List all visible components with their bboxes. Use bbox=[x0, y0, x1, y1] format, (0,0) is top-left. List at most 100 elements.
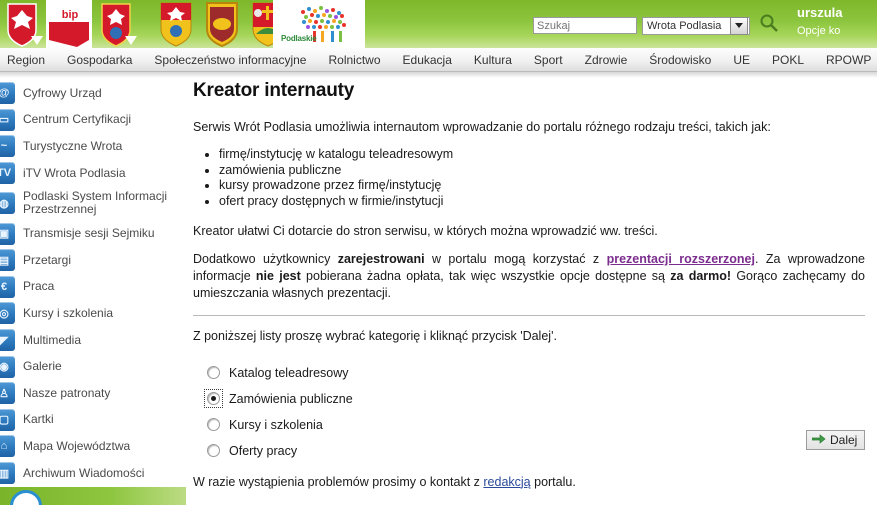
radio-label: Zamówienia publiczne bbox=[229, 391, 353, 406]
para3-text-4: pobierana żadna opłata, tak więc wszystk… bbox=[300, 269, 671, 283]
nav-item-region[interactable]: Region bbox=[0, 53, 56, 67]
sidebar-item-label: Multimedia bbox=[23, 332, 82, 347]
sidebar-item-mapa-wojewodztwa[interactable]: ⌂ Mapa Województwa bbox=[0, 433, 186, 460]
herb-bialystok-logo[interactable] bbox=[154, 0, 198, 48]
nav-item-sport[interactable]: Sport bbox=[523, 53, 574, 67]
list-item: ofert pracy dostępnych w firmie/instytuc… bbox=[219, 194, 865, 210]
search-input[interactable] bbox=[533, 17, 637, 34]
sidebar-item-galerie[interactable]: ◉ Galerie bbox=[0, 353, 186, 380]
search-icon[interactable] bbox=[759, 13, 779, 38]
radio-row-zamowienia-publiczne[interactable]: Zamówienia publiczne bbox=[204, 387, 353, 410]
sidebar-item-label: iTV Wrota Podlasia bbox=[23, 165, 126, 180]
sidebar: @ Cyfrowy Urząd ▭ Centrum Certyfikacji ~… bbox=[0, 80, 186, 505]
navbar-shadow bbox=[0, 72, 877, 78]
next-button[interactable]: Dalej bbox=[806, 430, 866, 450]
radio-row-oferty-pracy[interactable]: Oferty pracy bbox=[205, 439, 297, 462]
radio-button[interactable] bbox=[207, 392, 220, 405]
sidebar-item-nasze-patronaty[interactable]: ♙ Nasze patronaty bbox=[0, 380, 186, 407]
radio-label: Oferty pracy bbox=[229, 443, 298, 458]
radio-hit[interactable] bbox=[205, 442, 222, 459]
redakcja-link[interactable]: redakcją bbox=[483, 475, 530, 489]
sidebar-item-transmisje-sesji-sejmiku[interactable]: ▣ Transmisje sesji Sejmiku bbox=[0, 220, 186, 247]
at-icon: @ bbox=[0, 82, 15, 105]
bip-logo[interactable]: bip bbox=[46, 0, 92, 48]
sidebar-item-label: Transmisje sesji Sejmiku bbox=[23, 226, 155, 241]
tv-icon: TV bbox=[0, 162, 15, 185]
content-types-list: firmę/instytucję w katalogu teleadresowy… bbox=[193, 147, 865, 209]
registered-users-paragraph: Dodatkowo użytkownicy zarejestrowani w p… bbox=[193, 251, 865, 302]
gavel-icon: ▤ bbox=[0, 249, 15, 272]
nav-item-zdrowie[interactable]: Zdrowie bbox=[574, 53, 639, 67]
radio-row-kursy-i-szkolenia[interactable]: Kursy i szkolenia bbox=[205, 413, 323, 436]
next-button-label: Dalej bbox=[830, 433, 858, 447]
map-icon: ⌂ bbox=[0, 435, 15, 458]
kreator-help-paragraph: Kreator ułatwi Ci dotarcie do stron serw… bbox=[193, 224, 658, 238]
nav-item-spoleczenstwo[interactable]: Społeczeństwo informacyjne bbox=[143, 53, 317, 67]
page-title: Kreator internauty bbox=[193, 80, 355, 101]
nav-item-rolnictwo[interactable]: Rolnictwo bbox=[317, 53, 391, 67]
crest-logo-strip: bip bbox=[0, 0, 292, 48]
nav-item-gospodarka[interactable]: Gospodarka bbox=[56, 53, 143, 67]
account-username: urszula bbox=[797, 5, 843, 20]
sidebar-item-label: Centrum Certyfikacji bbox=[23, 112, 132, 127]
sidebar-item-label: Nasze patronaty bbox=[23, 385, 111, 400]
nav-item-pokl[interactable]: POKL bbox=[761, 53, 815, 67]
radio-row-katalog-teleadresowy[interactable]: Katalog teleadresowy bbox=[205, 361, 349, 384]
photo-icon: ◉ bbox=[0, 355, 15, 378]
radio-button[interactable] bbox=[207, 444, 220, 457]
search-scope-select[interactable]: Wrota Podlasia bbox=[642, 16, 750, 35]
nav-item-srodowisko[interactable]: Środowisko bbox=[638, 53, 722, 67]
radio-button[interactable] bbox=[207, 366, 220, 379]
nav-item-rpowp[interactable]: RPOWP bbox=[815, 53, 877, 67]
arrow-right-icon bbox=[811, 433, 826, 447]
para3-text-2: w portalu mogą korzystać z bbox=[424, 252, 607, 266]
sidebar-item-cyfrowy-urzad[interactable]: @ Cyfrowy Urząd bbox=[0, 80, 186, 107]
nav-item-kultura[interactable]: Kultura bbox=[463, 53, 523, 67]
radio-label: Kursy i szkolenia bbox=[229, 417, 323, 432]
prezentacja-rozszerzona-link[interactable]: prezentacji rozszerzonej bbox=[607, 252, 755, 266]
sidebar-item-psip[interactable]: ◍ Podlaski System Informacji Przestrzenn… bbox=[0, 186, 186, 220]
sidebar-item-itv-wrota-podlasia[interactable]: TV iTV Wrota Podlasia bbox=[0, 160, 186, 187]
sidebar-item-przetargi[interactable]: ▤ Przetargi bbox=[0, 247, 186, 274]
list-item: firmę/instytucję w katalogu teleadresowy… bbox=[219, 147, 865, 163]
film-icon: ◤ bbox=[0, 329, 15, 352]
radio-hit[interactable] bbox=[204, 389, 223, 408]
radio-hit[interactable] bbox=[205, 416, 222, 433]
sidebar-item-praca[interactable]: € Praca bbox=[0, 274, 186, 301]
nav-item-edukacja[interactable]: Edukacja bbox=[392, 53, 463, 67]
sidebar-item-archiwum-wiadomosci[interactable]: ▥ Archiwum Wiadomości bbox=[0, 460, 186, 487]
sidebar-bottom-banner[interactable] bbox=[0, 487, 186, 505]
footer-text-1: W razie wystąpienia problemów prosimy o … bbox=[193, 474, 484, 489]
radio-button[interactable] bbox=[207, 418, 220, 431]
main-navbar: Region Gospodarka Społeczeństwo informac… bbox=[0, 48, 877, 72]
account-options-link[interactable]: Opcje ko bbox=[797, 24, 877, 39]
chevron-down-icon[interactable] bbox=[730, 16, 748, 35]
award-icon: ♙ bbox=[0, 382, 15, 405]
podlaskie-brand-logo[interactable]: Podlaskie bbox=[273, 0, 365, 48]
briefcase-icon: € bbox=[0, 275, 15, 298]
search-scope-value: Wrota Podlasia bbox=[647, 19, 722, 32]
godlo-polski-logo[interactable] bbox=[0, 0, 44, 48]
banner-circle-icon bbox=[10, 490, 42, 505]
radio-hit[interactable] bbox=[205, 364, 222, 381]
sidebar-item-multimedia[interactable]: ◤ Multimedia bbox=[0, 327, 186, 354]
sidebar-item-label: Turystyczne Wrota bbox=[23, 138, 123, 153]
sidebar-item-kartki[interactable]: ▢ Kartki bbox=[0, 407, 186, 434]
nav-item-ue[interactable]: UE bbox=[722, 53, 761, 67]
globe-icon: ◍ bbox=[0, 192, 15, 215]
archive-icon: ▥ bbox=[0, 462, 15, 485]
para3-bold-1: zarejestrowani bbox=[337, 252, 425, 266]
account-box: urszula Opcje ko bbox=[797, 5, 877, 39]
boat-icon: ~ bbox=[0, 135, 15, 158]
list-item: zamówienia publiczne bbox=[219, 163, 865, 179]
chevron-down-icon bbox=[31, 36, 43, 45]
sidebar-item-label: Przetargi bbox=[23, 252, 72, 267]
sidebar-item-turystyczne-wrota[interactable]: ~ Turystyczne Wrota bbox=[0, 133, 186, 160]
sidebar-item-centrum-certyfikacji[interactable]: ▭ Centrum Certyfikacji bbox=[0, 107, 186, 134]
svg-text:bip: bip bbox=[62, 9, 79, 21]
sidebar-item-kursy-i-szkolenia[interactable]: ◎ Kursy i szkolenia bbox=[0, 300, 186, 327]
search-area: Wrota Podlasia bbox=[533, 13, 779, 38]
herb-podlaskie-logo[interactable] bbox=[94, 0, 138, 48]
list-item: kursy prowadzone przez firmę/instytucję bbox=[219, 178, 865, 194]
herb-lomza-logo[interactable] bbox=[200, 0, 244, 48]
